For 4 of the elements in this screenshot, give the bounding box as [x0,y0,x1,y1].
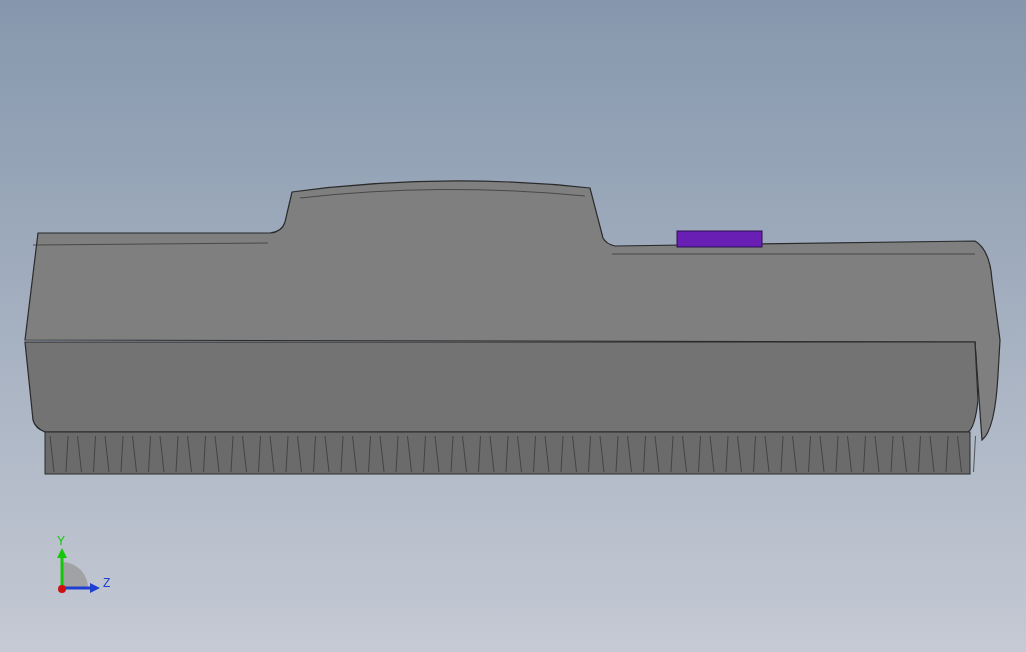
axis-label: Y [57,534,65,548]
triad-arc-drawing [62,562,88,588]
axis-label: Z [103,576,111,590]
origin-dot-icon [58,585,66,593]
